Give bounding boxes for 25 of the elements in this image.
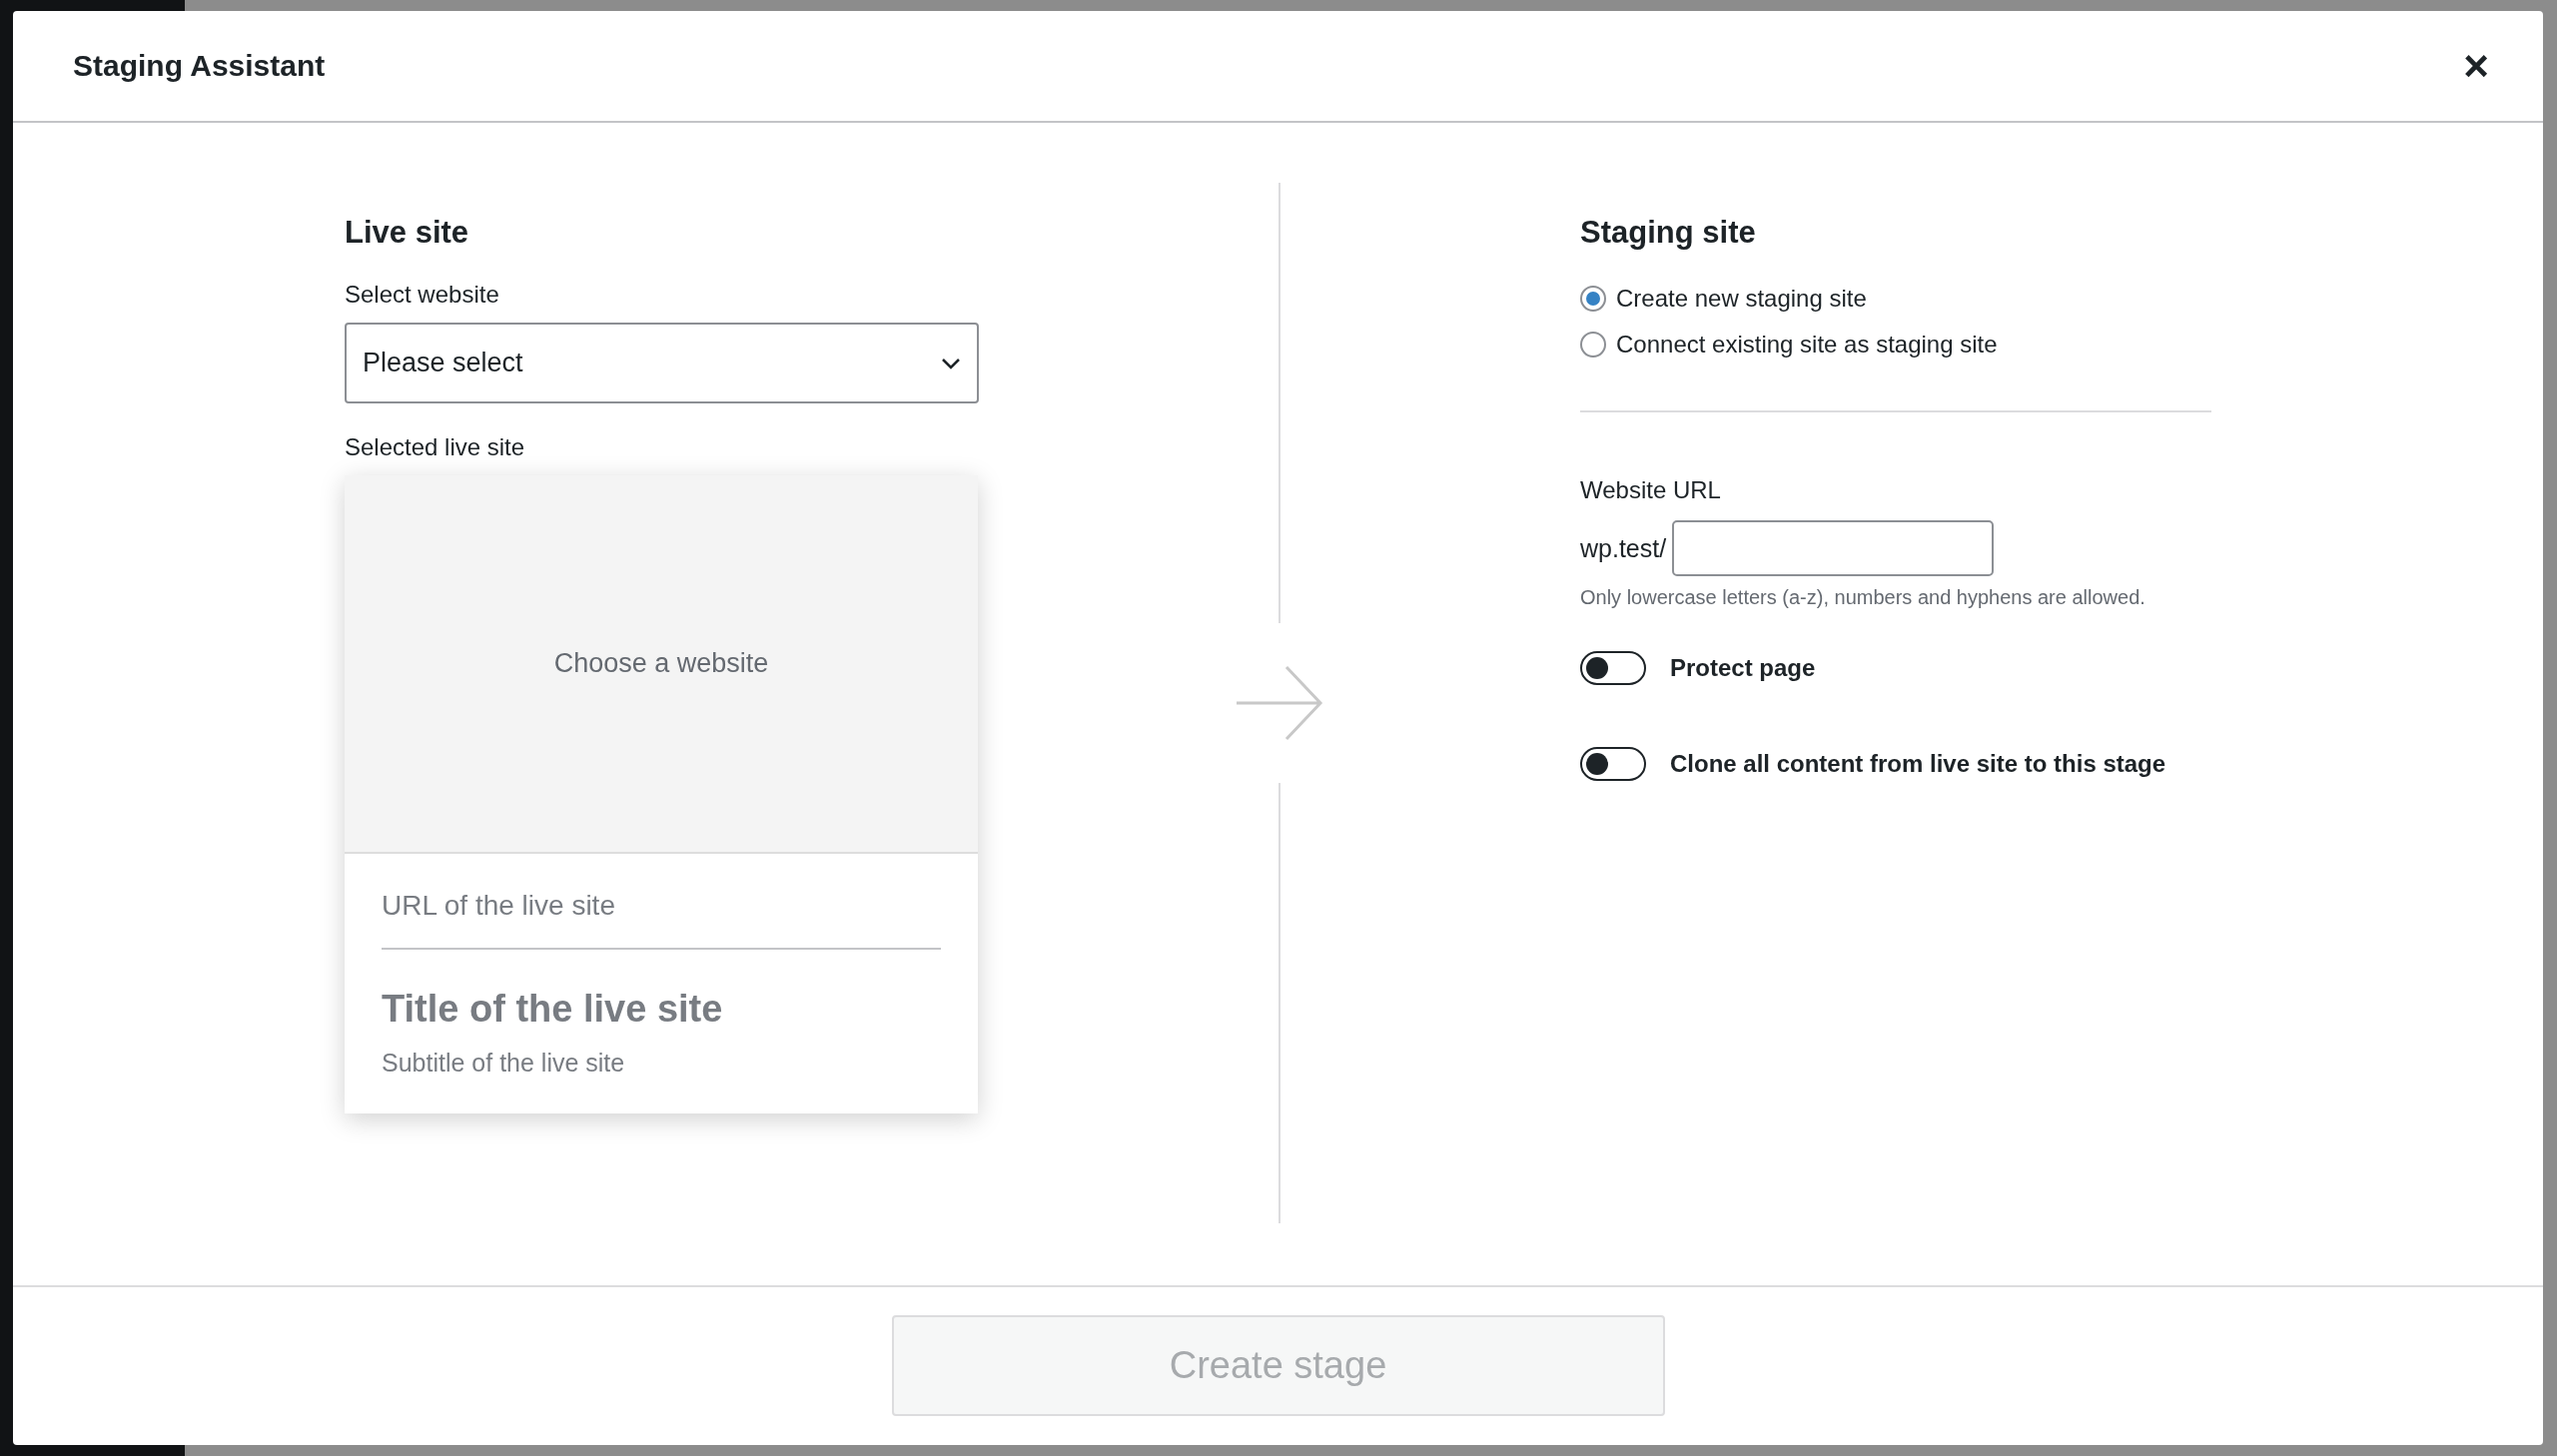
site-title: Title of the live site — [382, 988, 724, 1031]
url-input-field[interactable] — [1672, 520, 1995, 576]
arrow-icon — [1235, 663, 1324, 743]
hint-text: Only lowercase letters (a-z), numbers and hyphens are allowed. — [1580, 586, 2146, 609]
site-subtitle: Subtitle of the live site — [382, 1049, 626, 1078]
radio-button[interactable] — [1580, 286, 1606, 312]
close-button[interactable]: × — [2457, 44, 2495, 88]
toggle-label: Clone all content from live site to this stage — [1670, 750, 2166, 778]
field-label: Selected live site — [345, 433, 526, 461]
chevron-down-icon — [941, 357, 961, 369]
preview-text: Choose a website — [553, 648, 769, 679]
toggle-switch[interactable] — [1580, 747, 1646, 781]
website-select[interactable]: Please select — [345, 323, 979, 403]
section-heading: Staging site — [1580, 215, 1757, 251]
toggle-label: Protect page — [1670, 654, 1816, 682]
radio-button[interactable] — [1580, 332, 1606, 358]
field-label: Website URL — [1580, 476, 1722, 504]
radio-option[interactable]: Connect existing site as staging site — [1580, 331, 2279, 359]
site-url: URL of the live site — [382, 890, 941, 950]
toggle-switch[interactable] — [1580, 651, 1646, 685]
url-prefix: wp.test/ — [1580, 533, 1667, 563]
section-heading: Live site — [345, 215, 470, 251]
dialog-title: Staging Assistant — [73, 49, 326, 83]
radio-option[interactable]: Create new staging site — [1580, 285, 2279, 313]
field-label: Select website — [345, 281, 500, 309]
